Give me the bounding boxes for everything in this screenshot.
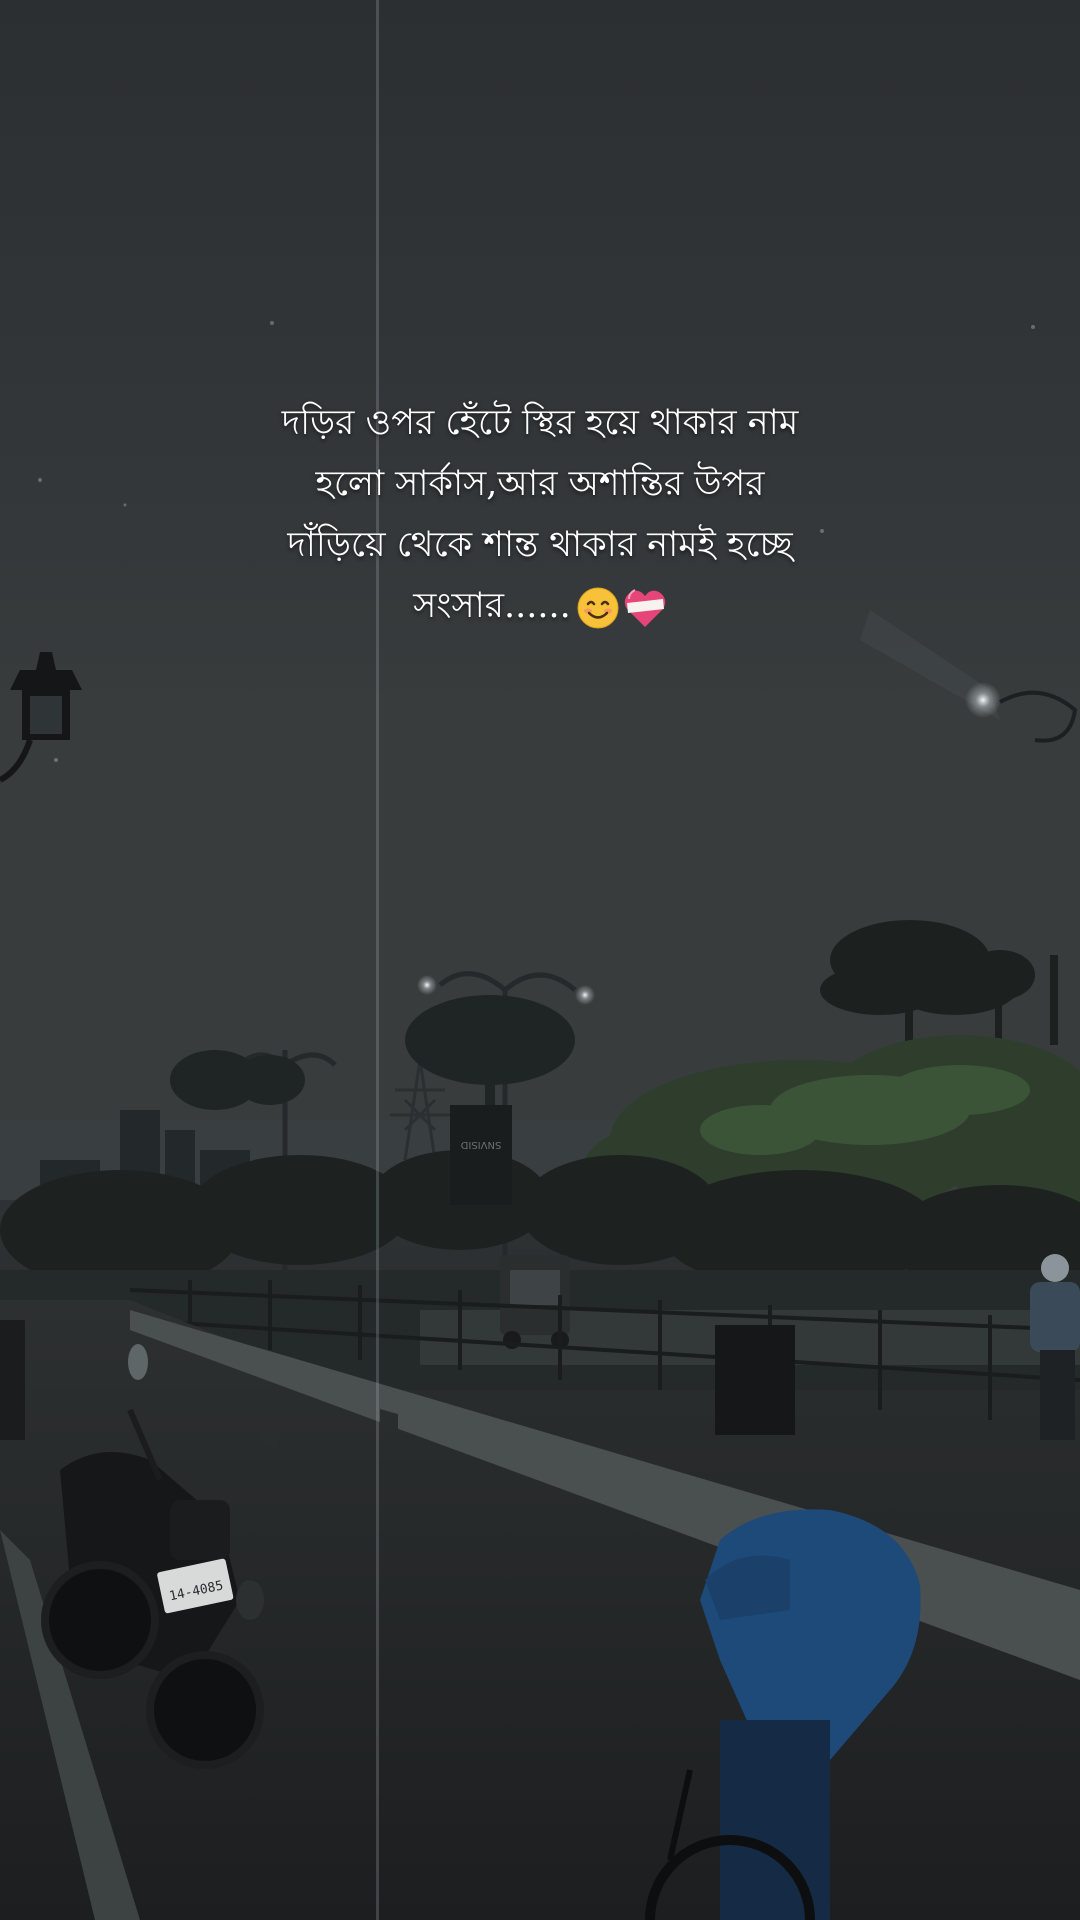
lamp-glow — [417, 975, 437, 995]
street-scene: SNVISID 14-4085 — [0, 0, 1080, 1920]
caption-text: দড়ির ওপর হেঁটে স্থির হয়ে থাকার নাম হলো… — [190, 393, 890, 637]
light-streak — [376, 0, 379, 1920]
caption-emojis — [577, 587, 667, 629]
caption-line-4: সংসার...... — [190, 576, 890, 637]
billboard-text: SNVISID — [460, 1139, 501, 1150]
caption-line-3: দাঁড়িয়ে থেকে শান্ত থাকার নামই হচ্ছে — [287, 525, 793, 565]
smiling-face-icon — [577, 587, 619, 628]
billboard — [450, 1105, 512, 1205]
caption-line-2: হলো সার্কাস,আর অশান্তির উপর — [315, 464, 765, 504]
mending-heart-icon — [624, 588, 665, 627]
caption-line-4-text: সংসার...... — [413, 586, 571, 626]
lantern-glass — [30, 696, 62, 734]
photo-frame: SNVISID 14-4085 দড়ির ওপর হেঁটে স্থির হয… — [0, 0, 1080, 1920]
person-left-edge — [0, 1320, 25, 1440]
lamp-glow — [575, 985, 595, 1005]
lamp-glow — [965, 682, 1001, 718]
bin — [715, 1325, 795, 1435]
caption-line-1: দড়ির ওপর হেঁটে স্থির হয়ে থাকার নাম — [281, 403, 799, 443]
